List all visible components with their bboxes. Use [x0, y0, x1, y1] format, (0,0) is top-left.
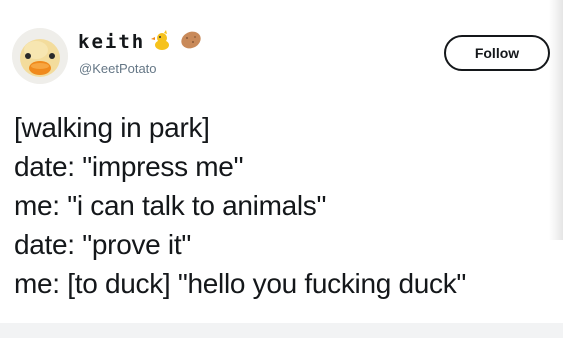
- tweet-line: [walking in park]: [14, 112, 210, 143]
- tweet-text: [walking in park] date: "impress me" me:…: [14, 108, 554, 303]
- tweet-line: me: "i can talk to animals": [14, 190, 327, 221]
- duck-avatar-icon: [12, 28, 68, 84]
- chick-emoji-icon: [151, 29, 173, 56]
- edge-shadow: [549, 0, 563, 240]
- tweet-line: date: "impress me": [14, 151, 244, 182]
- display-name[interactable]: keith: [78, 31, 145, 53]
- name-row: keith: [78, 28, 203, 56]
- bottom-divider: [0, 323, 563, 338]
- user-handle[interactable]: @KeetPotato: [79, 61, 157, 76]
- avatar[interactable]: [12, 28, 68, 84]
- tweet-line: me: [to duck] "hello you fucking duck": [14, 268, 467, 299]
- potato-emoji-icon: [179, 29, 203, 56]
- tweet-card: keith @KeetPotato Follow [walking in par…: [0, 0, 563, 338]
- follow-button[interactable]: Follow: [444, 35, 550, 71]
- tweet-line: date: "prove it": [14, 229, 191, 260]
